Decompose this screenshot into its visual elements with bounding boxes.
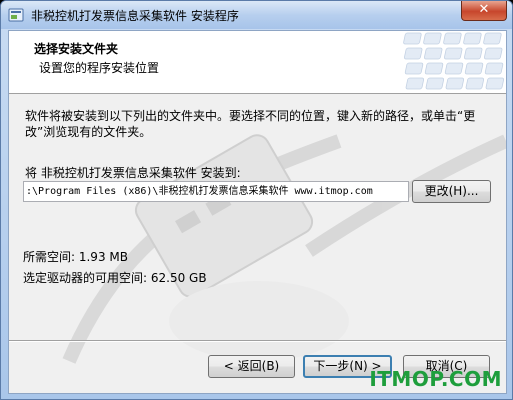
site-watermark: ITMOP.COM (369, 367, 502, 391)
change-folder-button[interactable]: 更改(H)... (412, 180, 491, 203)
install-path-field[interactable]: :\Program Files (x86)\非税控机打发票信息采集软件 www.… (23, 181, 409, 202)
page-title: 选择安装文件夹 (34, 42, 119, 56)
install-description: 软件将被安装到以下列出的文件夹中。要选择不同的位置，键入新的路径，或单击“更改”… (25, 109, 476, 139)
wizard-header: 选择安装文件夹 设置您的程序安装位置 (9, 31, 506, 94)
installer-window: 非税控机打发票信息采集软件 安装程序 ✕ 选择安装文件夹 设置您的程序安装位置 (0, 0, 513, 400)
footer-divider (9, 340, 506, 342)
back-button[interactable]: < 返回(B) (208, 355, 295, 378)
window-title: 非税控机打发票信息采集软件 安装程序 (31, 9, 239, 23)
page-subtitle: 设置您的程序安装位置 (39, 61, 160, 75)
title-bar[interactable]: 非税控机打发票信息采集软件 安装程序 ✕ (1, 1, 512, 29)
installer-app-icon (8, 8, 24, 22)
close-icon: ✕ (478, 2, 490, 17)
required-space-text: 所需空间: 1.93 MB (23, 250, 128, 264)
free-space-text: 选定驱动器的可用空间: 62.50 GB (23, 271, 207, 285)
destination-label: 将 非税控机打发票信息采集软件 安装到: (25, 166, 241, 180)
usb-background-image (62, 134, 506, 364)
close-button[interactable]: ✕ (461, 1, 507, 21)
installer-client-area: 选择安装文件夹 设置您的程序安装位置 软件将被安装到以下列出的文件夹中。要选择不… (8, 30, 507, 394)
keyboard-header-image (398, 31, 506, 93)
